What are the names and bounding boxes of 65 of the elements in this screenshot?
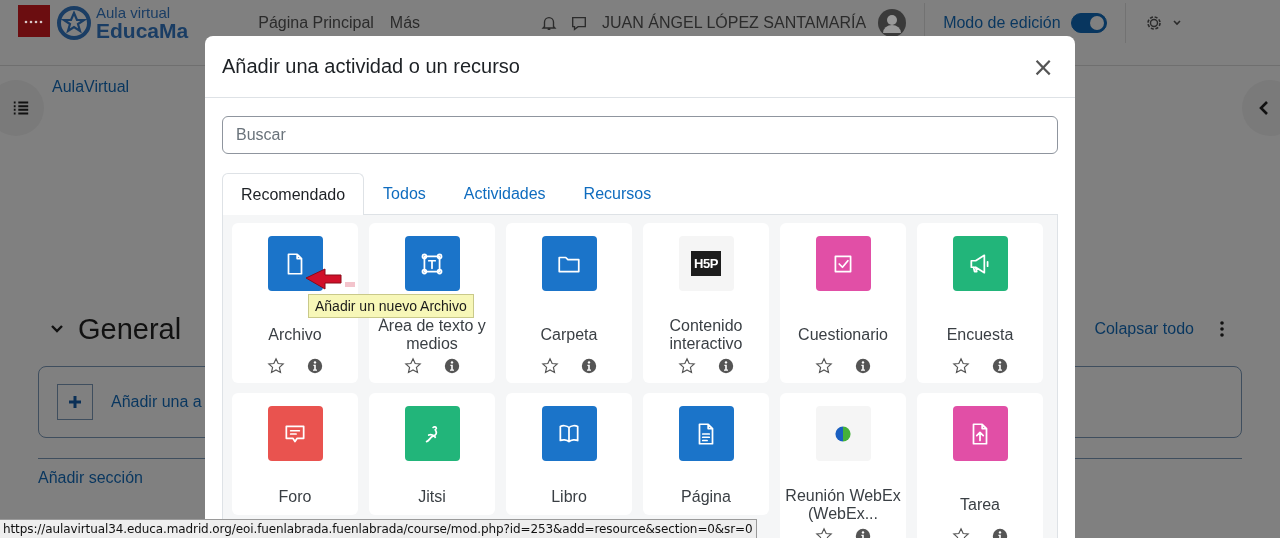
activity-name: Foro <box>277 487 313 507</box>
drawer-button[interactable] <box>0 80 44 136</box>
activity-name: Libro <box>550 487 588 507</box>
activity-card[interactable]: Reunión WebEx (WebEx... <box>780 393 906 538</box>
nav-link[interactable]: Página Principal <box>258 13 374 32</box>
activity-name: Área de texto y medios <box>377 317 487 353</box>
activity-name: Carpeta <box>539 325 599 345</box>
activity-name: Encuesta <box>945 325 1015 345</box>
caret-icon[interactable] <box>1171 17 1182 28</box>
activity-card[interactable]: H5P Contenido interactivo <box>643 223 769 383</box>
user-name[interactable]: JUAN ÁNGEL LÓPEZ SANTAMARÍA <box>602 13 867 32</box>
info-icon[interactable] <box>992 358 1008 374</box>
activity-card[interactable]: Foro <box>232 393 358 515</box>
logo-tagline: Aula virtual <box>96 4 172 20</box>
section-title: General <box>78 312 182 346</box>
activity-name: Tarea <box>959 495 1001 515</box>
activity-name: Jitsi <box>417 487 447 507</box>
star-icon[interactable] <box>541 357 559 375</box>
h5p-logo: H5P <box>691 251 721 276</box>
info-icon[interactable] <box>307 358 323 374</box>
activity-name: Contenido interactivo <box>668 317 744 353</box>
nav-link[interactable]: Más <box>389 13 421 32</box>
star-icon[interactable] <box>678 357 696 375</box>
activity-card[interactable]: Carpeta <box>506 223 632 383</box>
star-icon[interactable] <box>404 357 422 375</box>
activity-card[interactable]: Encuesta <box>917 223 1043 383</box>
list-icon <box>12 99 30 117</box>
close-button[interactable]: × <box>1028 53 1058 80</box>
activity-card[interactable]: Cuestionario <box>780 223 906 383</box>
activity-card[interactable]: Tarea <box>917 393 1043 538</box>
activity-card[interactable]: Jitsi <box>369 393 495 515</box>
link-preview-tooltip: https://aulavirtual34.educa.madrid.org/eoi.fuenlabrada.fuenlabrada/course/mod.php?id=253&add=resource&section=0&sr=0 <box>0 519 757 538</box>
star-icon[interactable] <box>952 357 970 375</box>
tooltip: Añadir un nuevo Archivo <box>308 294 474 318</box>
add-activity-label: Añadir una a <box>111 393 202 411</box>
chevron-down-icon[interactable] <box>50 324 64 334</box>
tab[interactable]: Actividades <box>444 173 565 214</box>
tab[interactable]: Todos <box>364 173 445 214</box>
star-logo-icon <box>56 4 92 41</box>
info-icon[interactable] <box>444 358 460 374</box>
tab[interactable]: Recursos <box>564 173 671 214</box>
search-field[interactable]: Buscar <box>222 116 1058 154</box>
star-icon[interactable] <box>815 357 833 375</box>
info-icon[interactable] <box>581 358 597 374</box>
avatar[interactable] <box>878 8 907 37</box>
modal-title: Añadir una actividad o un recurso <box>222 55 520 78</box>
activity-name: Página <box>680 487 732 507</box>
add-button[interactable] <box>57 384 93 420</box>
activity-card[interactable]: Libro <box>506 393 632 515</box>
edit-mode-label: Modo de edición <box>943 13 1061 32</box>
activity-name: Archivo <box>267 325 323 345</box>
info-icon[interactable] <box>718 358 734 374</box>
kebab-menu-icon[interactable] <box>1220 321 1224 337</box>
chevron-left-icon <box>1258 100 1270 116</box>
star-icon[interactable] <box>267 357 285 375</box>
info-icon[interactable] <box>855 358 871 374</box>
activity-name: Cuestionario <box>797 325 889 345</box>
tab[interactable]: Recomendado <box>222 173 365 215</box>
plus-icon <box>68 395 82 409</box>
pointer-arrow-icon <box>305 268 357 292</box>
activity-icon <box>815 406 871 461</box>
edit-mode-toggle[interactable] <box>1070 12 1107 33</box>
logo-name: EducaMa <box>96 19 189 41</box>
activity-name: Reunión WebEx (WebEx... <box>784 487 902 523</box>
activity-card[interactable]: Página <box>643 393 769 515</box>
